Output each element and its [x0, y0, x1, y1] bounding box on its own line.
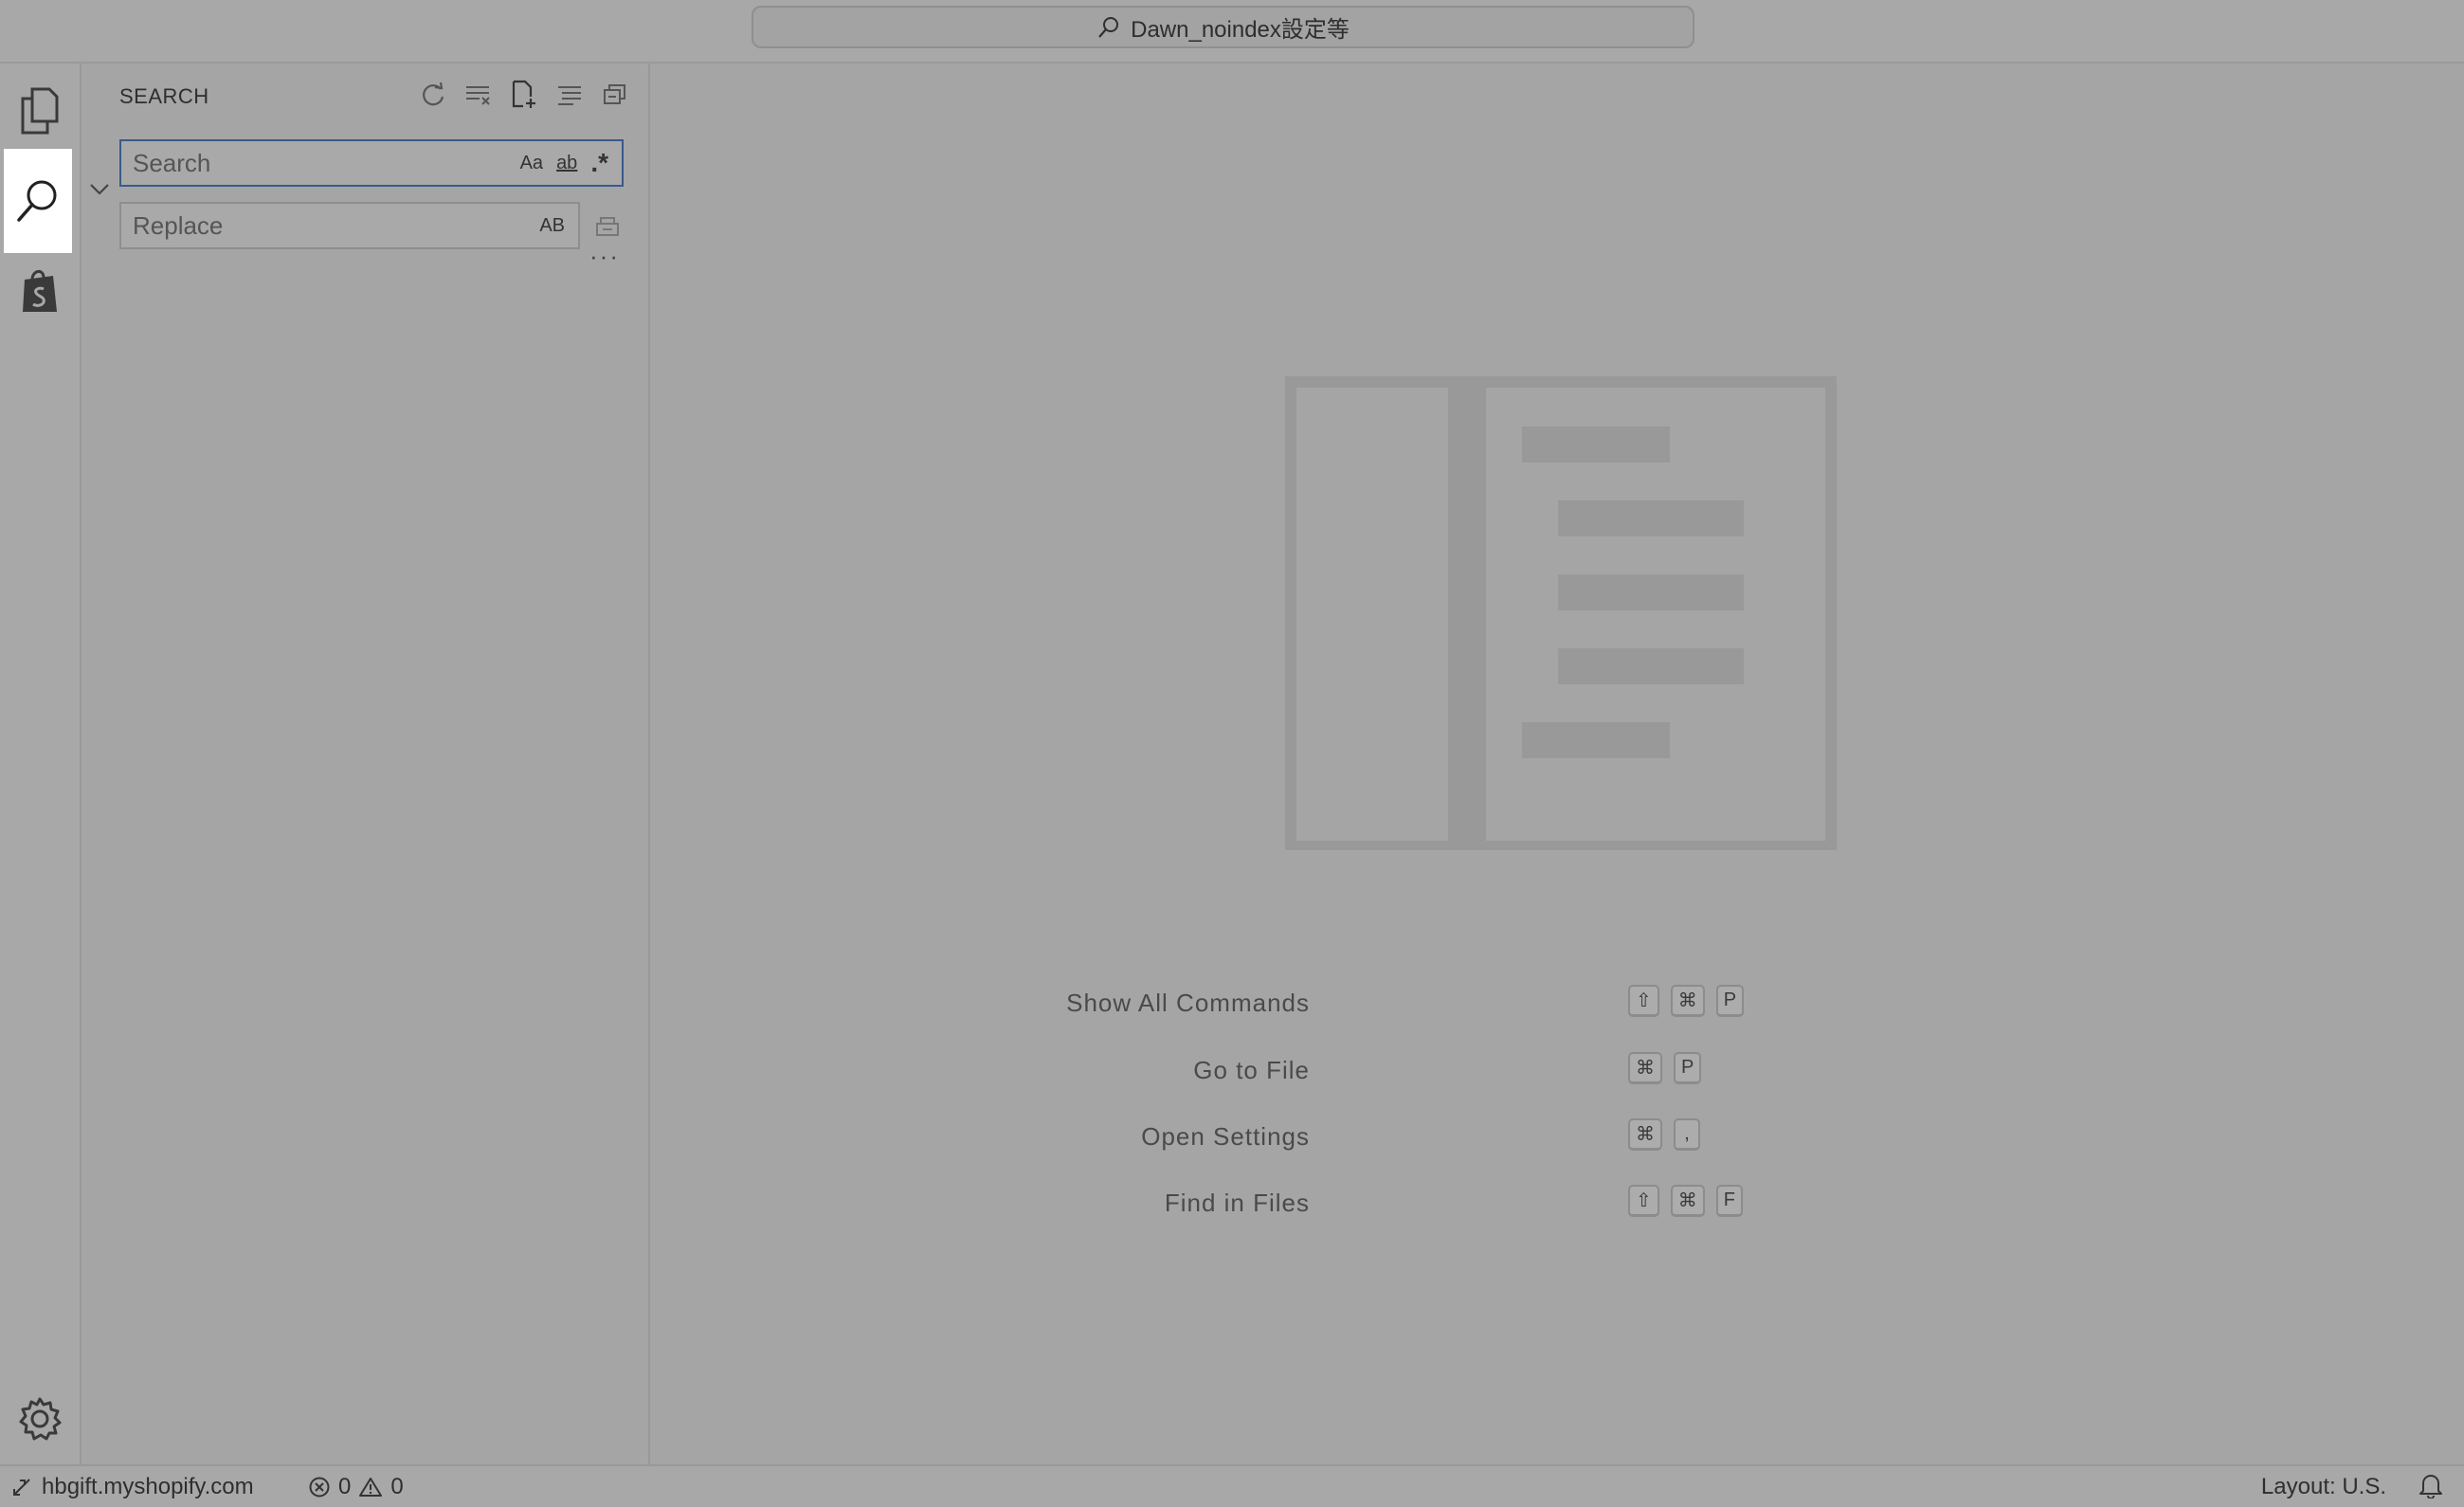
command-center[interactable]: Dawn_noindex設定等 — [752, 6, 1694, 48]
problems-indicator[interactable]: 0 0 — [308, 1474, 404, 1500]
remote-indicator[interactable]: hbgift.myshopify.com — [11, 1474, 254, 1500]
replace-field: AB — [119, 202, 580, 249]
match-whole-word-toggle[interactable]: ab — [556, 153, 577, 174]
refresh-icon[interactable] — [419, 79, 447, 111]
match-case-toggle[interactable]: Aa — [520, 153, 543, 174]
warning-count: 0 — [390, 1474, 404, 1499]
shortcut-row[interactable]: Open Settings ⌘ , — [650, 1118, 2464, 1156]
keyboard-layout[interactable]: Layout: U.S. — [2261, 1474, 2386, 1500]
keycap: ⌘ — [1628, 1118, 1662, 1151]
shortcut-row[interactable]: Find in Files ⇧ ⌘ F — [650, 1185, 2464, 1223]
activity-manage[interactable] — [0, 1371, 80, 1466]
keycap: P — [1715, 985, 1745, 1017]
warning-icon — [359, 1478, 383, 1497]
shortcut-label: Go to File — [1193, 1056, 1310, 1084]
keycap: ⇧ — [1628, 1185, 1659, 1217]
replace-all-icon — [596, 217, 619, 236]
keycap: P — [1674, 1052, 1702, 1084]
sidebar-actions — [419, 79, 629, 111]
search-input[interactable] — [121, 140, 520, 186]
shortcut-row[interactable]: Show All Commands ⇧ ⌘ P — [650, 985, 2464, 1023]
explorer-icon — [21, 87, 59, 135]
error-icon — [309, 1477, 330, 1498]
activity-search[interactable] — [4, 149, 72, 253]
shortcut-label: Open Settings — [1141, 1122, 1310, 1151]
activity-explorer[interactable] — [0, 64, 80, 158]
use-regex-toggle[interactable]: .* — [590, 148, 608, 178]
new-search-editor-icon[interactable] — [510, 79, 538, 111]
title-bar: Dawn_noindex設定等 — [0, 0, 2464, 64]
keycap: , — [1674, 1118, 1700, 1151]
shortcut-row[interactable]: Go to File ⌘ P — [650, 1052, 2464, 1090]
remote-label: hbgift.myshopify.com — [42, 1474, 254, 1499]
command-center-label: Dawn_noindex設定等 — [1131, 17, 1350, 43]
bell-icon — [2419, 1475, 2442, 1499]
keycap: ⌘ — [1670, 985, 1705, 1017]
keycap: F — [1715, 1185, 1743, 1217]
shopify-icon — [23, 270, 57, 312]
search-field: Aa ab .* — [119, 139, 624, 187]
search-icon — [1098, 16, 1119, 38]
search-sidebar: SEARCH Aa ab .* AB — [82, 64, 650, 1464]
collapse-all-icon[interactable] — [601, 79, 629, 111]
error-count: 0 — [338, 1474, 352, 1499]
keycap: ⌘ — [1670, 1185, 1705, 1217]
view-as-tree-icon[interactable] — [555, 79, 584, 111]
replace-all-button[interactable] — [593, 210, 622, 244]
search-details-toggle[interactable]: ··· — [589, 242, 620, 271]
preserve-case-toggle[interactable]: AB — [539, 215, 565, 237]
editor-watermark-icon — [1285, 376, 1837, 850]
keycap: ⌘ — [1628, 1052, 1662, 1084]
shortcut-label: Find in Files — [1164, 1189, 1310, 1217]
editor-area: Show All Commands ⇧ ⌘ P Go to File ⌘ P O… — [650, 64, 2464, 1464]
remote-icon — [13, 1479, 30, 1496]
clear-results-icon[interactable] — [464, 79, 493, 111]
activity-bar — [0, 64, 82, 1464]
status-bar: hbgift.myshopify.com 0 0 Layout: U.S. — [0, 1464, 2464, 1507]
sidebar-title: SEARCH — [119, 84, 209, 108]
replace-input[interactable] — [121, 203, 540, 248]
activity-shopify[interactable] — [0, 244, 80, 338]
search-icon — [17, 180, 57, 222]
shortcut-label: Show All Commands — [1066, 989, 1310, 1017]
gear-icon — [19, 1397, 62, 1441]
keycap: ⇧ — [1628, 985, 1659, 1017]
chevron-down-icon[interactable] — [87, 177, 112, 202]
notifications-button[interactable] — [2419, 1472, 2443, 1505]
